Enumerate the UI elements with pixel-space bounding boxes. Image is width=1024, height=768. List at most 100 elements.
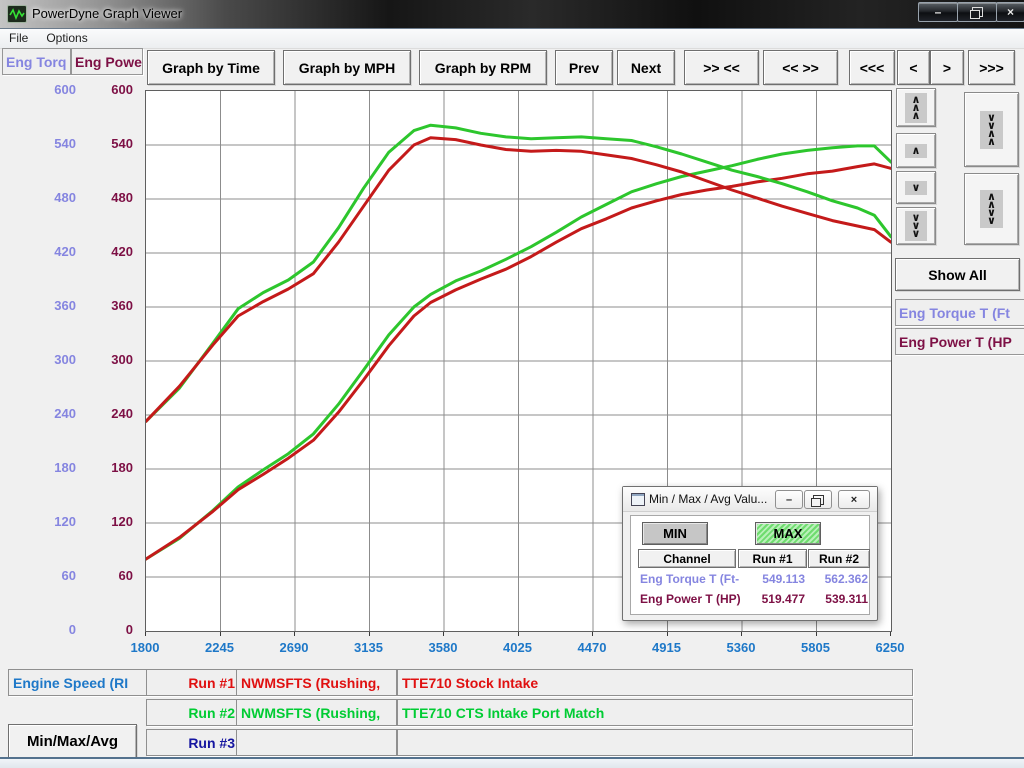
minmaxavg-button[interactable]: Min/Max/Avg [8,724,137,759]
y-axis-label-power: 420 [79,244,133,259]
run1-label-box[interactable]: Run #1 [146,669,240,696]
restore-icon [813,495,824,505]
menu-bar: FileOptions [0,29,1024,49]
legend-power[interactable]: Eng Power T (HP [895,328,1024,355]
y-axis-label-power: 0 [79,622,133,637]
toolbar-button-scroll-left[interactable]: < [897,50,930,85]
toolbar-button-graph-by-mph[interactable]: Graph by MPH [283,50,411,85]
minmax-window-titlebar[interactable]: Min / Max / Avg Valu... – × [623,487,877,512]
run2-desc-box[interactable]: TTE710 CTS Intake Port Match [397,699,913,726]
minimize-icon: – [935,5,942,19]
toolbar-button-graph-by-rpm[interactable]: Graph by RPM [419,50,547,85]
toolbar-button-zoom-in-x[interactable]: >> << [684,50,759,85]
y-axis-label-torque: 240 [22,406,76,421]
max-button[interactable]: MAX [755,522,821,545]
y-axis-label-power: 180 [79,460,133,475]
zoom-in-y-button[interactable]: ∨∨∧∧ [964,92,1019,167]
minmax-close-button[interactable]: × [838,490,870,509]
run1-desc-box[interactable]: TTE710 Stock Intake [397,669,913,696]
row-torque-run2: 562.362 [808,572,868,586]
toolbar-button-scroll-first[interactable]: <<< [849,50,895,85]
toolbar-button-graph-by-time[interactable]: Graph by Time [147,50,275,85]
row-power-run2: 539.311 [808,592,868,606]
channel-tab-power[interactable]: Eng Powe [71,48,143,75]
column-header-channel[interactable]: Channel [638,549,736,568]
minmaxavg-label: Min/Max/Avg [27,733,118,750]
x-axis-label: 4915 [638,640,696,655]
y-axis-label-torque: 540 [22,136,76,151]
minmax-window-title: Min / Max / Avg Valu... [649,492,767,506]
toolbar-button-scroll-right[interactable]: > [930,50,964,85]
min-button-label: MIN [663,526,687,541]
taskbar-edge [0,757,1024,768]
scroll-up-fast-icon: ∧∧∧ [905,93,928,123]
legend-torque-label: Eng Torque T (Ft [899,305,1010,321]
app-waveform-icon [7,5,27,23]
column-header-run1[interactable]: Run #1 [738,549,807,568]
channel-tab-torque-label: Eng Torq [6,54,66,70]
zoom-out-y-icon: ∧∧∨∨ [980,190,1003,228]
run2-file-box[interactable]: NWMSFTS (Rushing, [236,699,397,726]
scroll-down-fast-icon: ∨∨∨ [905,211,928,241]
y-axis-label-torque: 60 [22,568,76,583]
scroll-down-fast-button[interactable]: ∨∨∨ [896,207,936,245]
run2-label-box[interactable]: Run #2 [146,699,240,726]
legend-power-label: Eng Power T (HP [899,334,1012,350]
minmax-restore-button[interactable] [804,490,832,509]
x-axis-label: 2245 [191,640,249,655]
minmax-window-icon [631,493,645,506]
y-axis-label-torque: 0 [22,622,76,637]
scroll-up-fast-button[interactable]: ∧∧∧ [896,88,936,127]
zoom-out-y-button[interactable]: ∧∧∨∨ [964,173,1019,245]
y-axis-label-power: 240 [79,406,133,421]
toolbar-button-scroll-last[interactable]: >>> [968,50,1015,85]
legend-torque[interactable]: Eng Torque T (Ft [895,299,1024,326]
x-axis-label: 6250 [861,640,919,655]
close-icon: × [851,494,857,506]
min-button[interactable]: MIN [642,522,708,545]
column-header-run2[interactable]: Run #2 [808,549,870,568]
minmax-minimize-button[interactable]: – [775,490,803,509]
toolbar-button-zoom-out-x[interactable]: << >> [763,50,838,85]
toolbar-button-prev[interactable]: Prev [555,50,613,85]
row-torque-channel: Eng Torque T (Ft- [640,572,739,586]
scroll-up-button[interactable]: ∧ [896,133,936,168]
x-channel-label: Engine Speed (RI [13,675,128,691]
powerdyne-window: PowerDyne Graph Viewer – × FileOptions E… [0,0,1024,768]
minimize-button[interactable]: – [918,2,958,22]
toolbar-button-next[interactable]: Next [617,50,675,85]
menu-item-file[interactable]: File [0,29,37,45]
y-axis-label-power: 540 [79,136,133,151]
y-axis-label-power: 300 [79,352,133,367]
minmax-values-window[interactable]: Min / Max / Avg Valu... – × MIN MAX Chan… [622,486,878,621]
scroll-up-icon: ∧ [905,144,928,158]
run1-file-box[interactable]: NWMSFTS (Rushing, [236,669,397,696]
minmax-table-panel: MIN MAX Channel Run #1 Run #2 Eng Torque… [630,515,870,615]
y-axis-label-torque: 360 [22,298,76,313]
run3-desc-box[interactable] [397,729,913,756]
y-axis-label-torque: 480 [22,190,76,205]
maximize-button[interactable] [957,2,997,22]
scroll-down-button[interactable]: ∨ [896,171,936,204]
menu-item-options[interactable]: Options [37,29,96,45]
channel-tab-torque[interactable]: Eng Torq [2,48,71,75]
zoom-in-y-icon: ∨∨∧∧ [980,111,1003,149]
close-icon: × [1007,5,1014,19]
y-axis-label-power: 120 [79,514,133,529]
run3-label-box[interactable]: Run #3 [146,729,240,756]
y-axis-label-torque: 300 [22,352,76,367]
show-all-button[interactable]: Show All [895,258,1020,291]
x-axis-label: 4470 [563,640,621,655]
row-power-channel: Eng Power T (HP) [640,592,741,606]
close-button[interactable]: × [996,2,1024,22]
scroll-down-icon: ∨ [905,181,928,195]
show-all-label: Show All [928,267,987,283]
x-channel-box[interactable]: Engine Speed (RI [8,669,151,696]
x-axis-label: 4025 [489,640,547,655]
x-axis-label: 3580 [414,640,472,655]
max-button-label: MAX [774,526,803,541]
title-bar[interactable]: PowerDyne Graph Viewer – × [0,0,1024,29]
x-axis-label: 2690 [265,640,323,655]
x-axis-label: 5360 [712,640,770,655]
run3-file-box[interactable] [236,729,397,756]
